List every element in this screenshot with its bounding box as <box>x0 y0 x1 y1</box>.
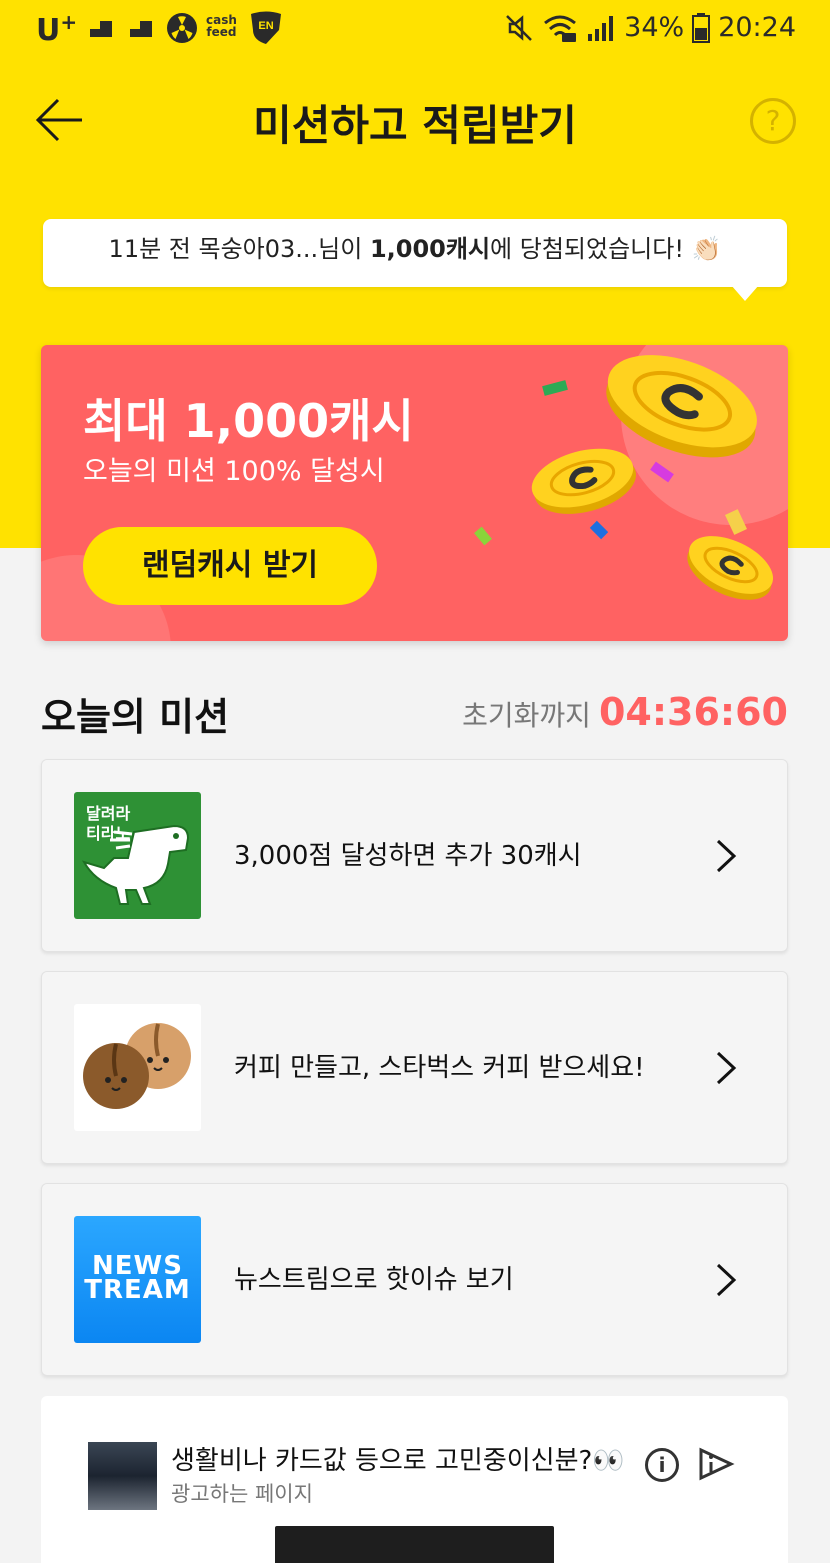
coffee-game-thumbnail <box>74 1004 201 1131</box>
chevron-right-icon <box>716 839 737 873</box>
mission-text: 뉴스트림으로 핫이슈 보기 <box>234 1265 514 1295</box>
page-title: 미션하고 적립받기 <box>253 101 577 150</box>
help-icon[interactable]: ? <box>750 98 796 144</box>
winner-notice: 11분 전 목숭아03...님이 1,000캐시에 당첨되었습니다! 👏🏻 <box>43 219 787 301</box>
ad-card[interactable]: 생활비나 카드값 등으로 고민중이신분?👀 광고하는 페이지 i <box>41 1396 788 1563</box>
battery-percent: 34% <box>624 12 685 43</box>
notification-icon <box>130 21 152 37</box>
chevron-right-icon <box>716 1051 737 1085</box>
status-bar: U+ cash feed EN 34% 20:24 <box>0 0 830 58</box>
chevron-right-icon <box>716 1263 737 1297</box>
mission-card-coffee[interactable]: 커피 만들고, 스타벅스 커피 받으세요! <box>41 971 788 1164</box>
wifi-icon <box>544 15 577 42</box>
coins-illustration <box>474 355 774 600</box>
ad-subtitle: 광고하는 페이지 <box>171 1482 313 1506</box>
reset-timer: 초기화까지 04:36:60 <box>462 690 788 734</box>
battery-icon <box>692 12 711 43</box>
ad-thumbnail <box>88 1442 157 1510</box>
carrier-label: U+ <box>36 10 78 48</box>
svg-text:EN: EN <box>258 20 273 32</box>
newstream-logo: NEWS TREAM <box>74 1216 201 1343</box>
notification-icon <box>90 21 112 37</box>
mission-text: 3,000점 달성하면 추가 30캐시 <box>234 841 582 871</box>
signal-icon <box>588 15 614 41</box>
status-right: 34% 20:24 <box>504 12 796 43</box>
missions-section-title: 오늘의 미션 <box>41 695 230 739</box>
random-cash-button[interactable]: 랜덤캐시 받기 <box>83 527 377 605</box>
cashfeed-icon: cash feed <box>206 13 237 39</box>
winner-notice-text: 11분 전 목숭아03...님이 1,000캐시에 당첨되었습니다! 👏🏻 <box>108 235 722 263</box>
ad-title: 생활비나 카드값 등으로 고민중이신분?👀 <box>171 1446 625 1476</box>
timer-label: 초기화까지 <box>462 699 591 732</box>
timer-value: 04:36:60 <box>598 690 788 734</box>
coffee-bean-icon <box>83 1023 191 1109</box>
app-header: 미션하고 적립받기 ? <box>0 70 830 170</box>
mute-icon <box>506 14 533 41</box>
promo-title: 최대 1,000캐시 <box>83 394 414 448</box>
mission-card-dino[interactable]: 달려라 티라노 3,000점 달성하면 추가 30캐시 <box>41 759 788 952</box>
bubble-tail <box>731 285 759 301</box>
dinosaur-icon <box>81 824 190 905</box>
mission-card-newstream[interactable]: NEWS TREAM 뉴스트림으로 핫이슈 보기 <box>41 1183 788 1376</box>
ad-media[interactable] <box>275 1526 554 1563</box>
promo-subtitle: 오늘의 미션 100% 달성시 <box>83 456 385 487</box>
en-shield-icon: EN <box>251 11 281 44</box>
radiation-icon <box>167 13 197 43</box>
ad-choices-icon[interactable] <box>697 1446 735 1482</box>
mission-text: 커피 만들고, 스타벅스 커피 받으세요! <box>234 1053 645 1083</box>
promo-banner[interactable]: 최대 1,000캐시 오늘의 미션 100% 달성시 랜덤캐시 받기 <box>41 345 788 641</box>
dino-game-thumbnail: 달려라 티라노 <box>74 792 201 919</box>
clock: 20:24 <box>718 12 796 43</box>
info-icon[interactable]: i <box>645 1448 679 1482</box>
